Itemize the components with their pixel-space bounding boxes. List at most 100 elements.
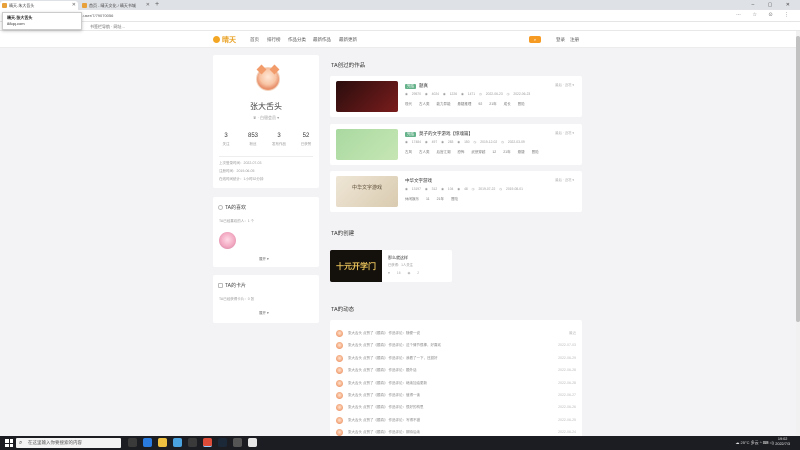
tab-label: 晴天-朱大吾头 — [9, 3, 35, 8]
app-icon[interactable] — [188, 438, 197, 447]
avatar[interactable] — [256, 64, 280, 91]
taskbar-search[interactable]: ⌕ 在这里输入你要搜索的内容 — [16, 438, 121, 448]
stat-following[interactable]: 3 关注 — [213, 133, 239, 147]
stat-likes[interactable]: 52 已获赞 — [293, 133, 319, 147]
activity-row[interactable]: 张大舌头 点赞了《题真》 作品评论：题外话 2022-06-28 — [336, 365, 576, 377]
chrome-icon[interactable] — [203, 438, 212, 447]
bookmark-item[interactable]: 书签栏导航 · 网址... — [90, 22, 125, 31]
stat-works[interactable]: 3 发布作品 — [266, 133, 292, 147]
site-favicon-icon — [82, 3, 87, 8]
cards-heading-text: TA的卡片 — [225, 283, 247, 289]
login-link[interactable]: 登录 — [556, 37, 565, 43]
app-icon[interactable] — [233, 438, 242, 447]
new-tab-button[interactable]: + — [155, 0, 159, 10]
file-explorer-icon[interactable] — [158, 438, 167, 447]
nav-item-new-works[interactable]: 最新作品 — [313, 37, 331, 43]
activity-avatar[interactable] — [336, 354, 343, 362]
browser-tab[interactable]: 首页 - 晴天文化 / 晴天书城 ✕ — [80, 1, 152, 10]
online-time: 在线时间统计：1小时52分钟 — [219, 177, 264, 181]
window-controls[interactable]: – ▢ ✕ — [752, 0, 796, 10]
activity-date: 2022-06-28 — [558, 368, 576, 373]
creation-cover[interactable]: 十元开学门 — [330, 250, 382, 282]
nav-item-home[interactable]: 首页 — [250, 37, 259, 43]
activity-date: 最近 — [569, 331, 576, 335]
activity-avatar[interactable] — [336, 367, 343, 375]
creation-title[interactable]: 那么就这样 — [388, 255, 408, 261]
toolbar-icons[interactable]: ⋯ ☆ ⊙ ⋮ — [736, 12, 794, 18]
activity-avatar[interactable] — [336, 392, 343, 399]
site-logo[interactable]: 晴天 — [213, 35, 236, 45]
activity-row[interactable]: 张大舌头 点赞了《题真》 作品评论：继续加油更新 2022-06-28 — [336, 378, 576, 390]
activity-row[interactable]: 张大舌头 点赞了《题真》 作品评论：这个情节很棒，好喜欢 2022-07-03 — [336, 340, 576, 352]
steam-icon[interactable] — [218, 438, 227, 447]
work-stats: ◉ 29570 ◉ 4024 ◉ 1226 ◉ 1471 ◷ 2022-06-2… — [405, 92, 531, 96]
last-login: 上次登录时间：2022-07-03 — [219, 161, 262, 165]
work-item[interactable]: 完结 莫子的文字游戏【惊魂篇】 ◉ 17484 ◉ 497 ◉ 283 ◉ 150… — [330, 124, 582, 165]
task-view-icon[interactable] — [128, 438, 137, 447]
member-level[interactable]: ♛ · 白银会员 ▾ — [213, 115, 319, 121]
activity-row[interactable]: 张大舌头 点赞了《题真》 作品评论：值得一读 2022-06-27 — [336, 390, 576, 402]
scrollbar-thumb[interactable] — [796, 36, 800, 322]
clock-date: 2022/7/3 — [775, 442, 790, 446]
creation-stats: ♥ 16 ◉ 2 — [388, 271, 420, 275]
bookmarks-bar: 书签栏导航 · 网址... — [0, 22, 800, 31]
stat-followers[interactable]: 853 粉丝 — [240, 133, 266, 147]
work-menu[interactable]: 最后 · 近况 ▾ — [555, 177, 574, 182]
work-item[interactable]: 中华文字游戏 中华文字游戏 ◉ 13197 ◉ 312 ◉ 104 ◉ 48 ◷… — [330, 171, 582, 212]
activity-avatar[interactable] — [336, 404, 343, 412]
work-cover-image[interactable] — [336, 81, 398, 112]
activity-avatar[interactable] — [336, 379, 343, 387]
search-icon: ⌕ — [19, 440, 23, 446]
app-icon[interactable] — [248, 438, 257, 447]
close-tab-icon[interactable]: ✕ — [72, 1, 76, 10]
nav-item-updates[interactable]: 最新更新 — [339, 37, 357, 43]
activity-date: 2022-06-27 — [558, 393, 576, 397]
taskbar-clock[interactable]: 19:02 2022/7/3 — [775, 437, 790, 447]
status-badge: 完结 — [405, 132, 416, 137]
work-title[interactable]: 完结 莫子的文字游戏【惊魂篇】 — [405, 131, 473, 137]
cards-expand-button[interactable]: 展开 ▾ — [259, 311, 269, 316]
activity-avatar[interactable] — [336, 416, 343, 424]
system-tray[interactable]: ☁ 25°C 多云 ^ ⌨ ◁) — [735, 439, 774, 447]
activity-avatar[interactable] — [336, 330, 343, 337]
activity-avatar[interactable] — [336, 342, 343, 350]
work-item[interactable]: 完结 题真 ◉ 29570 ◉ 4024 ◉ 1226 ◉ 1471 ◷ 2022… — [330, 76, 582, 117]
creation-heading: TA的创建 — [331, 231, 355, 237]
nav-item-ranking[interactable]: 排行榜 — [267, 37, 281, 43]
start-button[interactable] — [5, 439, 13, 447]
logo-text: 晴天 — [222, 37, 236, 44]
activity-text: 张大舌头 点赞了《题真》 作品评论：继续加油更新 — [348, 380, 427, 385]
search-button[interactable]: ⌕ — [529, 36, 541, 43]
activity-row[interactable]: 张大舌头 点赞了《题真》 作品评论：我看了一下，还挺好 2022-06-29 — [336, 353, 576, 365]
work-cover-image[interactable]: 中华文字游戏 — [336, 176, 398, 207]
edge-icon[interactable] — [143, 438, 152, 447]
work-title[interactable]: 完结 题真 — [405, 83, 428, 89]
work-tags: 古风 古人类 后宫江湖 恐怖 武侠穿越 12 21年 悬疑 冒险 — [405, 150, 539, 154]
work-cover-image[interactable] — [336, 129, 398, 160]
work-menu[interactable]: 最后 · 近况 ▾ — [555, 82, 574, 87]
activity-row[interactable]: 张大舌头 点赞了《题真》 作品评论：随便一说 最近 — [336, 328, 576, 340]
store-icon[interactable] — [173, 438, 182, 447]
register-link[interactable]: 注册 — [570, 37, 579, 43]
avatar-ear — [269, 64, 280, 75]
activity-row[interactable]: 张大舌头 点赞了《题真》 作品评论：写得不错 2022-06-25 — [336, 415, 576, 427]
nav-item-category[interactable]: 作品分类 — [288, 37, 306, 43]
liked-user-avatar[interactable] — [219, 232, 236, 249]
address-bar[interactable]: ...user/7/79070056 — [80, 12, 720, 20]
browser-tab-active[interactable]: 晴天-朱大吾头 ✕ — [0, 1, 78, 10]
work-tags: 现代 古人类 能力异能 悬疑推理 92 21年 成长 冒险 — [405, 102, 525, 106]
stat-label: 粉丝 — [249, 142, 257, 146]
popup-url: 88qq.com — [7, 21, 25, 26]
activity-text: 张大舌头 点赞了《题真》 作品评论：值得一读 — [348, 393, 420, 397]
activity-row[interactable]: 张大舌头 点赞了《题真》 作品评论：很好的构思 2022-06-26 — [336, 402, 576, 414]
work-menu[interactable]: 最后 · 近况 ▾ — [555, 130, 574, 135]
works-heading: TA创过的作品 — [331, 63, 366, 69]
work-title[interactable]: 中华文字游戏 — [405, 178, 432, 184]
creation-card[interactable]: 十元开学门 那么就这样 已获得：1人关注 ♥ 16 ◉ 2 — [330, 250, 452, 282]
tab-hover-popup: 晴天-张大舌头 88qq.com — [2, 12, 82, 30]
close-tab-icon[interactable]: ✕ — [146, 1, 150, 10]
work-title-text: 莫子的文字游戏【惊魂篇】 — [419, 131, 473, 136]
likes-expand-button[interactable]: 展开 ▾ — [259, 257, 269, 262]
activity-date: 2022-06-25 — [558, 417, 576, 422]
register-date: 注册时间：2019-06-05 — [219, 169, 255, 173]
